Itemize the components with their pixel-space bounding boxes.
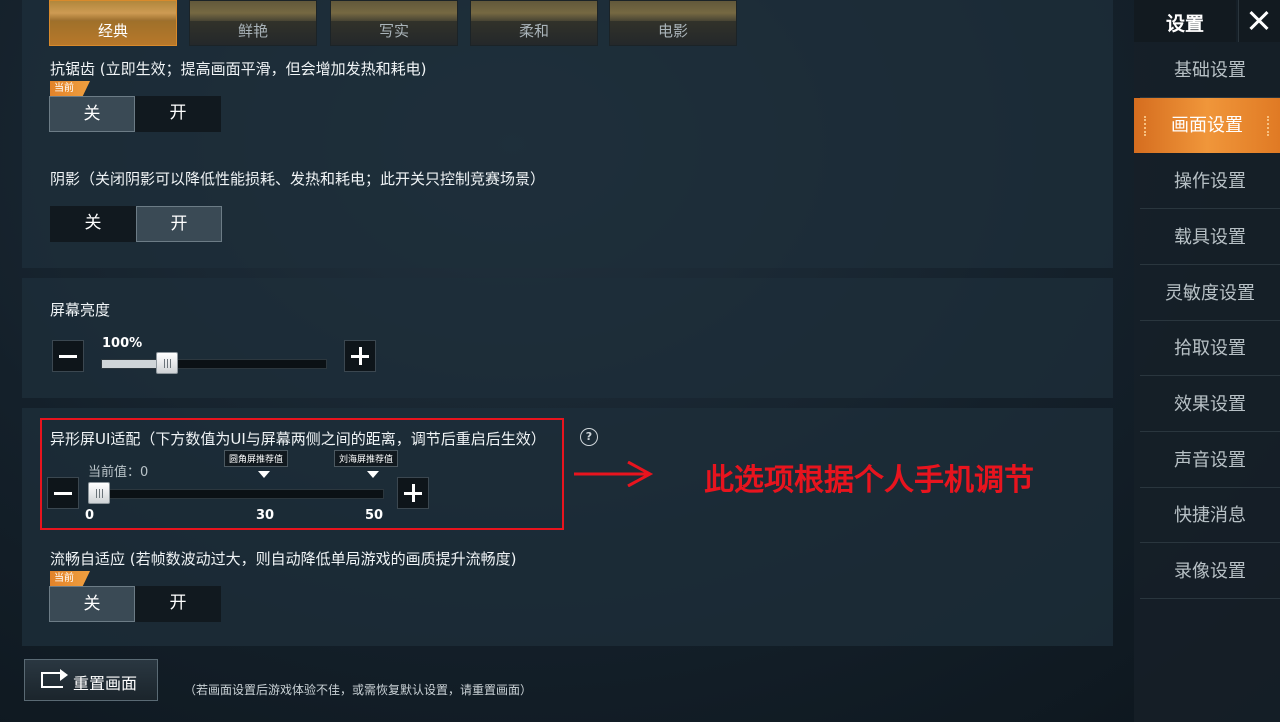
smooth-on-button[interactable]: 开 [135,586,221,622]
notch-recommend-tag: 刘海屏推荐值 [334,450,399,467]
tick-mid: 30 [256,508,275,523]
shadow-toggle: 关 开 [50,206,222,242]
shadow-on-button[interactable]: 开 [136,206,222,242]
round-recommend-arrow-icon [258,471,270,478]
sidebar-item-controls[interactable]: 操作设置 [1140,154,1280,209]
brightness-panel [22,278,1113,398]
notch-plus-button[interactable] [397,477,429,509]
preset-soft[interactable]: 柔和 [470,0,598,46]
settings-title: 设置 [1165,13,1204,35]
brightness-slider[interactable] [101,359,327,369]
preset-classic[interactable]: 经典 [49,0,177,46]
tick-max: 50 [365,508,384,523]
brightness-slider-handle[interactable] [155,352,178,374]
sidebar-item-vehicle[interactable]: 载具设置 [1140,210,1280,265]
notch-recommend-arrow-icon [367,471,379,478]
annotation-text: 此选项根据个人手机调节 [704,463,1034,498]
round-recommend-tag: 圆角屏推荐值 [224,450,289,467]
sidebar-item-sensitivity[interactable]: 灵敏度设置 [1140,266,1280,321]
preset-cinema[interactable]: 电影 [609,0,737,46]
smooth-off-button[interactable]: 关 [49,586,135,622]
preset-label: 鲜艳 [237,22,268,40]
annotation-arrow-icon [574,460,654,488]
preset-label: 电影 [657,22,688,40]
notch-current-value: 当前值：0 [88,465,149,480]
antialias-toggle: 关 开 [49,96,221,132]
brightness-minus-button[interactable] [52,340,84,372]
preset-label: 经典 [97,22,128,40]
sidebar-item-pickup[interactable]: 拾取设置 [1140,321,1280,376]
close-icon[interactable] [1238,0,1280,42]
notch-slider-handle[interactable] [88,482,110,504]
reset-graphics-button[interactable]: 重置画面 [24,659,158,701]
sidebar-item-replay[interactable]: 录像设置 [1140,544,1280,599]
reset-hint: （若画面设置后游戏体验不佳，或需恢复默认设置，请重置画面） [184,683,533,697]
sidebar-item-effects[interactable]: 效果设置 [1140,377,1280,432]
preset-label: 柔和 [518,22,549,40]
smooth-toggle: 关 开 [49,586,221,622]
notch-title: 异形屏UI适配（下方数值为UI与屏幕两侧之间的距离，调节后重启后生效） [50,430,546,448]
sidebar-item-graphics[interactable]: 画面设置 [1134,98,1280,153]
shadow-off-button[interactable]: 关 [50,206,136,242]
preset-vivid[interactable]: 鲜艳 [189,0,317,46]
smooth-title: 流畅自适应 (若帧数波动过大，则自动降低单局游戏的画质提升流畅度) [50,550,517,568]
reset-label: 重置画面 [73,674,138,693]
antialias-title: 抗锯齿 (立即生效；提高画面平滑，但会增加发热和耗电) [50,60,427,78]
tick-min: 0 [85,508,95,523]
brightness-plus-button[interactable] [344,340,376,372]
grip-icon [1144,116,1151,136]
antialias-off-button[interactable]: 关 [49,96,135,132]
brightness-title: 屏幕亮度 [50,301,111,319]
preset-label: 写实 [378,22,409,40]
notch-minus-button[interactable] [47,477,79,509]
notch-slider[interactable] [88,489,384,499]
grip-icon [1267,116,1274,136]
sidebar-header: 设置 [1134,0,1236,42]
sidebar-item-basic[interactable]: 基础设置 [1140,43,1280,98]
preset-realistic[interactable]: 写实 [330,0,458,46]
sidebar-item-quick-message[interactable]: 快捷消息 [1140,488,1280,543]
sidebar-item-label: 画面设置 [1171,115,1243,136]
reset-arrow-icon [60,669,68,681]
shadow-title: 阴影（关闭阴影可以降低性能损耗、发热和耗电；此开关只控制竞赛场景） [50,170,546,188]
antialias-on-button[interactable]: 开 [135,96,221,132]
help-icon[interactable]: ? [580,428,598,446]
sidebar-item-sound[interactable]: 声音设置 [1140,433,1280,488]
brightness-value: 100% [102,336,143,351]
